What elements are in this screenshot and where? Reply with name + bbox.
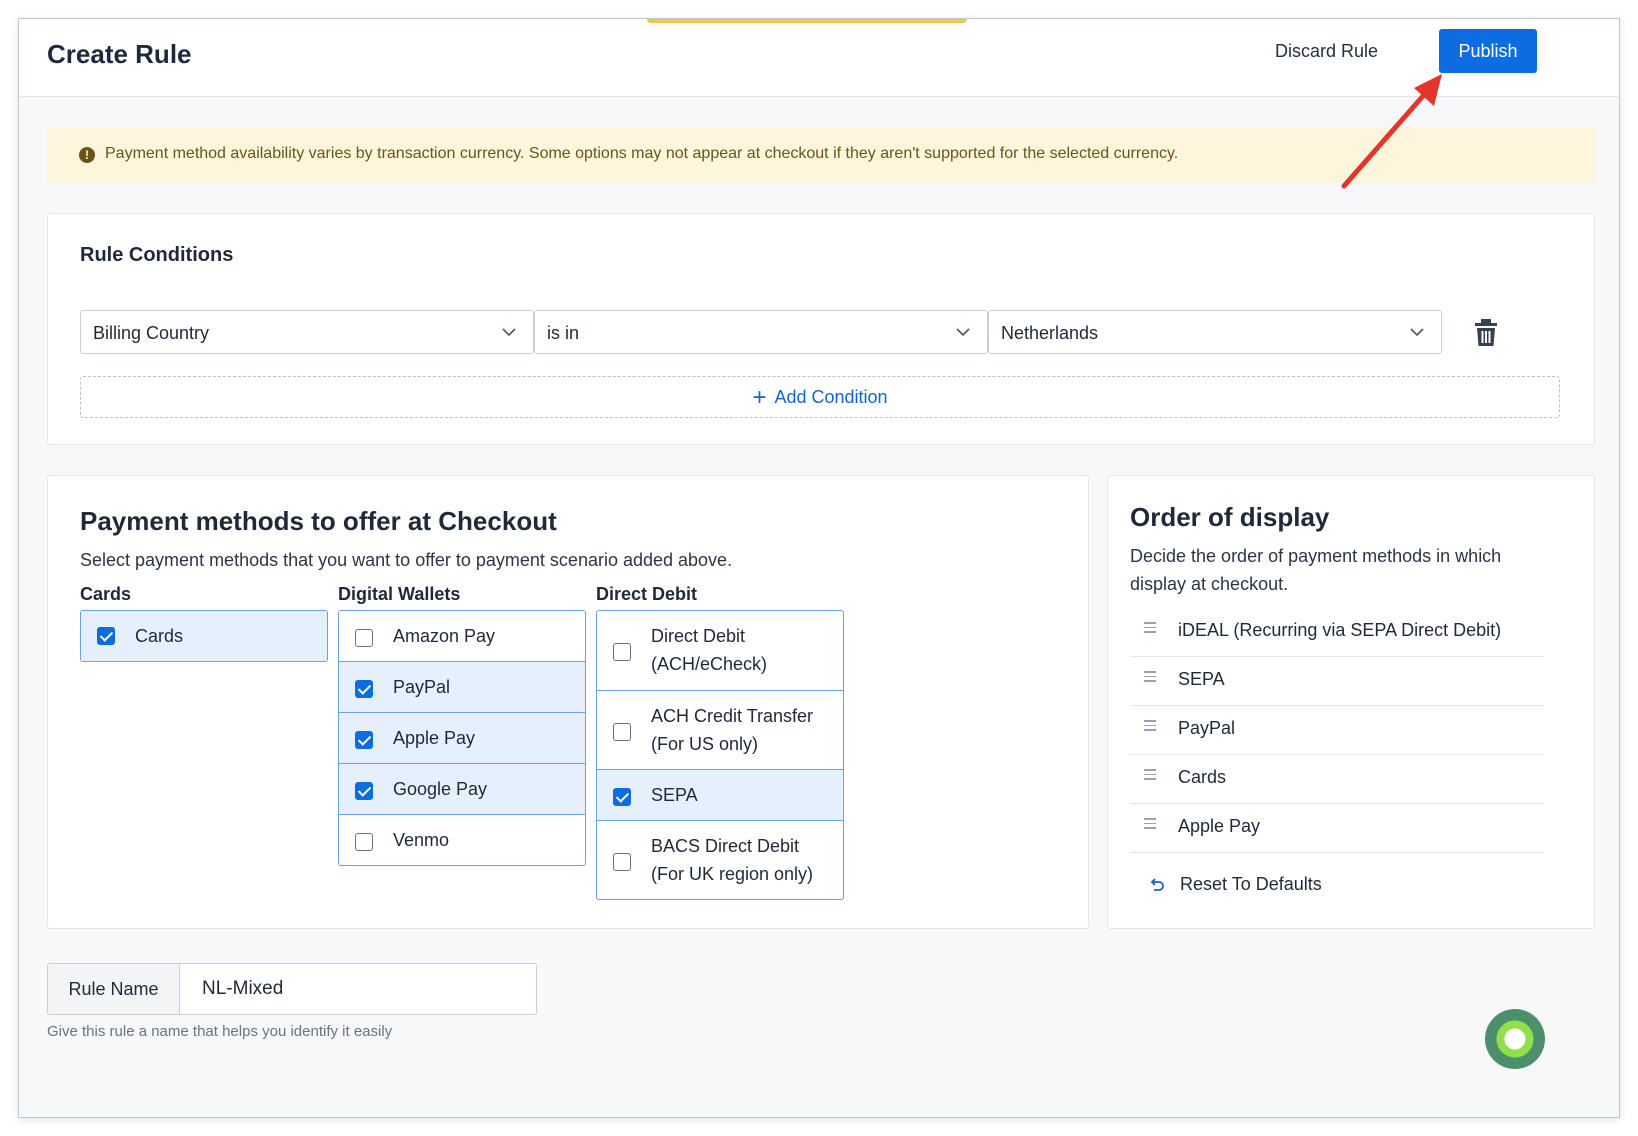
method-label: BACS Direct Debit (For UK region only) <box>651 836 814 884</box>
payment-methods-subtitle: Select payment methods that you want to … <box>80 550 733 570</box>
add-condition-label: Add Condition <box>774 387 888 407</box>
checkbox[interactable] <box>613 723 631 741</box>
checkbox[interactable] <box>355 680 373 698</box>
order-item-label: Apple Pay <box>1178 816 1261 836</box>
method-bacs-direct-debit[interactable]: BACS Direct Debit (For UK region only) <box>597 821 843 899</box>
reset-label: Reset To Defaults <box>1180 874 1322 894</box>
condition-value-select[interactable]: Netherlands <box>988 310 1442 354</box>
discard-rule-button[interactable]: Discard Rule <box>1275 41 1378 62</box>
checkbox[interactable] <box>613 643 631 661</box>
direct-debit-column: Direct Debit Direct Debit (ACH/eCheck) AC… <box>596 584 844 900</box>
checkbox[interactable] <box>355 833 373 851</box>
order-item-sepa[interactable]: SEPA <box>1130 657 1544 706</box>
undo-icon <box>1150 878 1164 891</box>
order-of-display-title: Order of display <box>1130 502 1330 532</box>
order-of-display-subtitle: Decide the order of payment methods in w… <box>1130 546 1502 594</box>
payment-methods-title: Payment methods to offer at Checkout <box>80 506 557 536</box>
method-direct-debit-ach[interactable]: Direct Debit (ACH/eCheck) <box>597 611 843 691</box>
method-label: Amazon Pay <box>393 626 496 646</box>
chevron-down-icon <box>1410 328 1424 337</box>
condition-operator-select[interactable]: is in <box>534 310 988 354</box>
condition-operator-value: is in <box>547 323 580 343</box>
assistant-launcher-icon[interactable] <box>1485 1009 1545 1069</box>
checkbox[interactable] <box>97 627 115 645</box>
method-google-pay[interactable]: Google Pay <box>339 764 585 815</box>
order-item-label: PayPal <box>1178 718 1236 738</box>
plus-icon: + <box>752 384 767 411</box>
condition-value: Netherlands <box>1001 323 1099 343</box>
drag-handle-icon[interactable] <box>1144 622 1156 634</box>
digital-wallets-list: Amazon Pay PayPal Apple Pay Google Pay V… <box>338 610 586 866</box>
warning-icon: ! <box>79 147 95 163</box>
checkbox[interactable] <box>355 731 373 749</box>
order-of-display-card: Order of display Decide the order of pay… <box>1107 475 1595 929</box>
method-label: ACH Credit Transfer (For US only) <box>651 706 814 754</box>
chevron-down-icon <box>502 328 516 337</box>
trash-icon[interactable] <box>1472 318 1500 348</box>
page-title: Create Rule <box>47 39 192 69</box>
drag-handle-icon[interactable] <box>1144 720 1156 732</box>
direct-debit-list: Direct Debit (ACH/eCheck) ACH Credit Tran… <box>596 610 844 900</box>
digital-wallets-column: Digital Wallets Amazon Pay PayPal Apple … <box>338 584 586 866</box>
cards-list: Cards <box>80 610 328 662</box>
drag-handle-icon[interactable] <box>1144 671 1156 683</box>
publish-button[interactable]: Publish <box>1439 29 1537 73</box>
checkbox[interactable] <box>355 629 373 647</box>
rule-name-field: Rule Name <box>47 963 537 1015</box>
method-amazon-pay[interactable]: Amazon Pay <box>339 611 585 662</box>
order-item-paypal[interactable]: PayPal <box>1130 706 1544 755</box>
app-window: Create Rule Discard Rule Publish ! Payme… <box>18 18 1620 1118</box>
rule-conditions-card: Rule Conditions Billing Country is in Ne… <box>47 213 1595 445</box>
method-label: Apple Pay <box>393 728 476 748</box>
rule-name-hint: Give this rule a name that helps you ide… <box>47 1023 393 1040</box>
rule-name-label: Rule Name <box>48 964 180 1014</box>
checkbox[interactable] <box>613 788 631 806</box>
order-item-apple-pay[interactable]: Apple Pay <box>1130 804 1544 853</box>
order-item-ideal[interactable]: iDEAL (Recurring via SEPA Direct Debit) <box>1130 608 1544 657</box>
method-cards[interactable]: Cards <box>81 611 327 661</box>
method-label: Direct Debit (ACH/eCheck) <box>651 626 768 674</box>
order-list: iDEAL (Recurring via SEPA Direct Debit) … <box>1130 608 1544 853</box>
order-item-cards[interactable]: Cards <box>1130 755 1544 804</box>
add-condition-button[interactable]: + Add Condition <box>80 376 1560 418</box>
rule-conditions-title: Rule Conditions <box>80 244 234 266</box>
method-ach-credit-transfer[interactable]: ACH Credit Transfer (For US only) <box>597 691 843 770</box>
order-item-label: Cards <box>1178 767 1227 787</box>
method-paypal[interactable]: PayPal <box>339 662 585 713</box>
drag-handle-icon[interactable] <box>1144 818 1156 830</box>
method-label: Google Pay <box>393 779 488 799</box>
cards-column: Cards Cards <box>80 584 328 662</box>
method-apple-pay[interactable]: Apple Pay <box>339 713 585 764</box>
page-header: Create Rule Discard Rule Publish <box>19 19 1619 97</box>
chevron-down-icon <box>956 328 970 337</box>
method-label: Venmo <box>393 830 450 850</box>
method-label: SEPA <box>651 785 698 805</box>
rule-name-input[interactable] <box>180 964 536 1014</box>
checkbox[interactable] <box>613 853 631 871</box>
cards-column-title: Cards <box>80 584 132 604</box>
payment-methods-card: Payment methods to offer at Checkout Sel… <box>47 475 1089 929</box>
currency-warning-banner: ! Payment method availability varies by … <box>47 127 1595 183</box>
method-label: Cards <box>135 626 184 646</box>
condition-field-value: Billing Country <box>93 323 210 343</box>
condition-field-select[interactable]: Billing Country <box>80 310 534 354</box>
method-venmo[interactable]: Venmo <box>339 815 585 865</box>
checkbox[interactable] <box>355 782 373 800</box>
drag-handle-icon[interactable] <box>1144 769 1156 781</box>
header-tab-indicator <box>647 19 967 23</box>
order-item-label: iDEAL (Recurring via SEPA Direct Debit) <box>1178 620 1502 640</box>
banner-text: Payment method availability varies by tr… <box>105 145 1179 162</box>
method-label: PayPal <box>393 677 451 697</box>
order-item-label: SEPA <box>1178 669 1225 689</box>
direct-debit-column-title: Direct Debit <box>596 584 698 604</box>
digital-wallets-column-title: Digital Wallets <box>338 584 461 604</box>
method-sepa[interactable]: SEPA <box>597 770 843 821</box>
